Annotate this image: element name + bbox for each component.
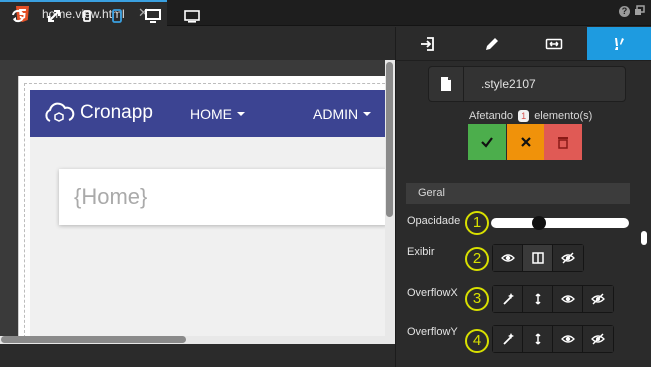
resize-horizontal-icon (545, 38, 563, 50)
display-visible-button[interactable] (493, 245, 523, 271)
panel-tab-divider (395, 60, 651, 61)
opacity-label: Opacidade (407, 215, 461, 227)
close-icon (521, 137, 531, 147)
opacity-slider-handle[interactable] (532, 216, 546, 230)
refresh-icon[interactable] (9, 7, 27, 25)
desktop-icon[interactable] (144, 7, 162, 25)
tablet-icon[interactable] (108, 7, 126, 25)
annotation-marker-4: 4 (465, 329, 489, 353)
opacity-slider[interactable] (491, 218, 629, 228)
overflowx-auto-button[interactable] (493, 286, 523, 312)
device-toolbar (0, 27, 395, 60)
affecting-suffix: elemento(s) (534, 110, 593, 122)
tab-style[interactable] (587, 27, 651, 61)
cloud-logo-icon (45, 102, 75, 122)
overflowx-scroll-button[interactable] (523, 286, 553, 312)
nav-item-home-label: HOME (190, 106, 232, 122)
affecting-prefix: Afetando (469, 110, 514, 122)
nav-item-admin-label: ADMIN (313, 106, 359, 122)
eye-slash-icon (561, 252, 575, 264)
horizontal-scroll-thumb[interactable] (1, 336, 186, 343)
magic-wand-icon (502, 293, 514, 305)
overflowy-toggle-group (492, 325, 614, 353)
tab-import[interactable] (396, 27, 460, 61)
annotation-marker-1: 1 (465, 211, 489, 235)
columns-icon (531, 252, 544, 264)
monitor-icon[interactable] (183, 7, 201, 25)
overflowx-label: OverflowX (407, 287, 458, 299)
overflowx-toggle-group (492, 285, 614, 313)
display-block-button[interactable] (523, 245, 553, 271)
eye-icon (500, 254, 515, 262)
style-name: .style2107 (481, 77, 536, 91)
nav-item-home[interactable]: HOME (190, 106, 245, 122)
phone-icon[interactable] (78, 7, 96, 25)
tab-resize[interactable] (522, 27, 586, 61)
annotation-marker-3: 3 (465, 287, 489, 311)
overflowy-visible-button[interactable] (553, 326, 583, 352)
style-file-button[interactable] (428, 66, 464, 102)
affecting-text: Afetando 1 elemento(s) (469, 110, 592, 122)
status-strip (0, 344, 395, 367)
display-none-button[interactable] (553, 245, 583, 271)
tab-edit[interactable] (460, 27, 524, 61)
eye-icon (560, 295, 575, 303)
check-icon (481, 137, 493, 148)
overflowx-hidden-button[interactable] (583, 286, 613, 312)
restore-window-icon[interactable] (634, 5, 645, 16)
brand-name[interactable]: Cronapp (80, 102, 153, 124)
preview-content (30, 137, 387, 336)
display-label: Exibir (407, 246, 435, 258)
overflowy-label: OverflowY (407, 326, 458, 338)
eye-slash-icon (591, 293, 605, 305)
resize-vertical-icon (534, 293, 541, 305)
eye-icon (560, 335, 575, 343)
annotation-marker-2: 2 (465, 247, 489, 271)
confirm-button[interactable] (468, 124, 506, 160)
section-title: Geral (418, 187, 445, 199)
magic-wand-icon (502, 333, 514, 345)
trash-icon (558, 137, 568, 149)
resize-vertical-icon (534, 333, 541, 345)
eye-slash-icon (591, 333, 605, 345)
vertical-scroll-thumb[interactable] (386, 62, 393, 217)
overflowy-auto-button[interactable] (493, 326, 523, 352)
affected-count-badge: 1 (518, 110, 530, 122)
card-title: {Home} (74, 184, 148, 209)
overflowy-scroll-button[interactable] (523, 326, 553, 352)
style-brush-icon (615, 38, 624, 50)
chevron-down-icon (237, 112, 245, 117)
fullscreen-icon[interactable] (45, 7, 63, 25)
display-toggle-group (492, 244, 584, 272)
cancel-button[interactable] (507, 124, 545, 160)
help-icon[interactable]: ? (619, 6, 630, 17)
overflowy-hidden-button[interactable] (583, 326, 613, 352)
import-icon (421, 37, 434, 51)
file-icon (440, 77, 451, 91)
pencil-icon (486, 38, 498, 50)
overflowx-visible-button[interactable] (553, 286, 583, 312)
chevron-down-icon (363, 112, 372, 117)
delete-button[interactable] (544, 124, 582, 160)
panel-scroll-thumb[interactable] (641, 231, 647, 245)
nav-item-admin[interactable]: ADMIN (313, 106, 372, 122)
